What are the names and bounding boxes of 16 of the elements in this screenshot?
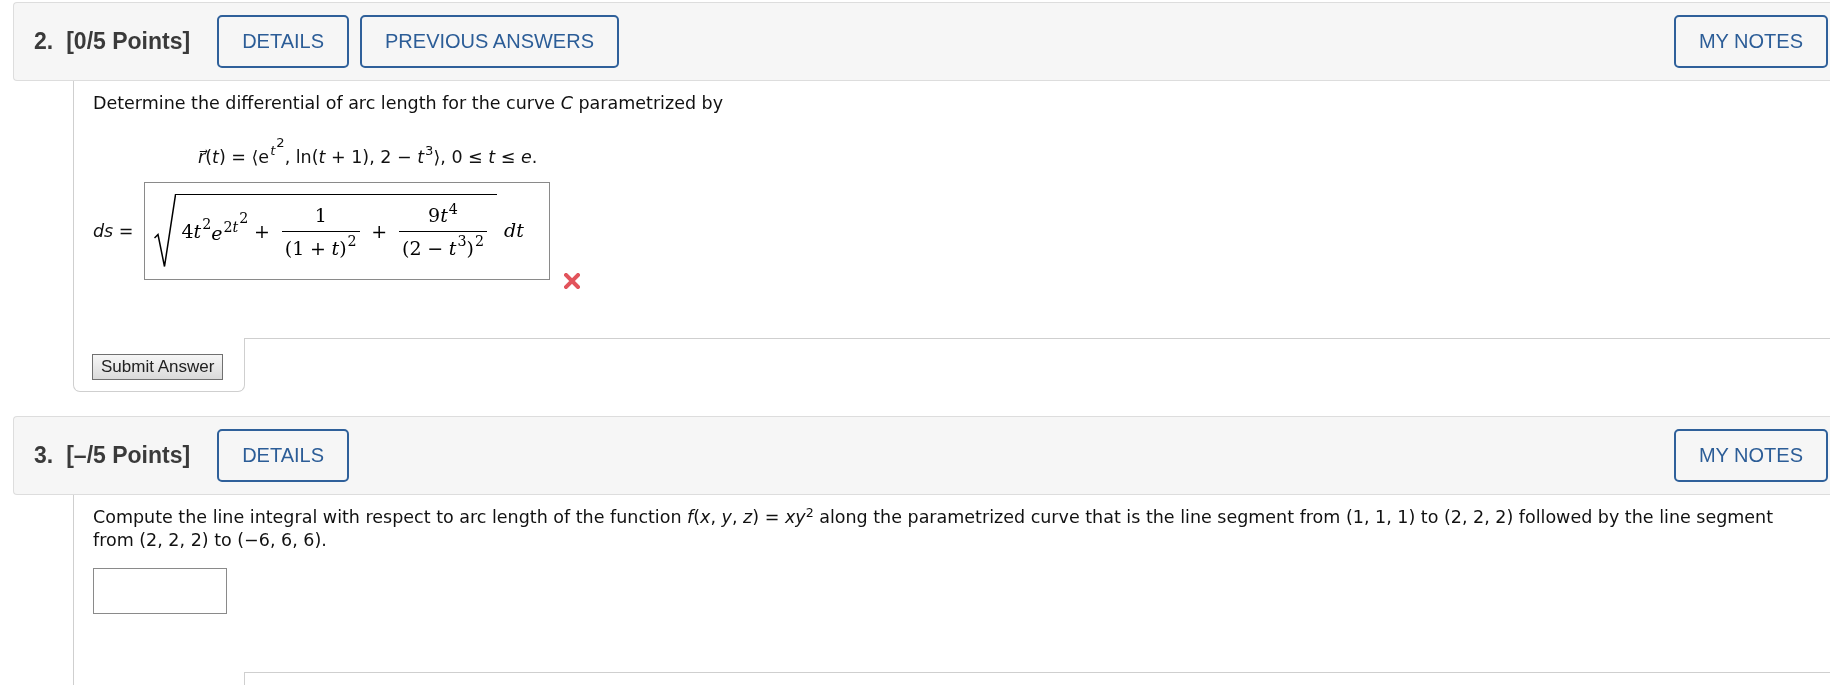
question-number: 3. <box>34 442 54 469</box>
points-label: [0/5 Points] <box>66 28 191 55</box>
header-button[interactable]: DETAILS <box>217 15 350 68</box>
my-notes-button[interactable]: MY NOTES <box>1673 15 1828 68</box>
square-root-icon <box>154 194 177 268</box>
answer-label: ds = <box>93 219 134 243</box>
submit-answer-button[interactable]: Submit Answer <box>92 354 224 380</box>
question-text: Compute the line integral with respect to arc length of the function f(x, y, z) = xy$^{2}$ along the parametrized curve that is the line segment from (1, 1, 1) to (2, 2, 2) followed by the line segment from (2, 2, 2) to (−6, 6, 6). <box>93 506 1775 552</box>
header-button[interactable]: DETAILS <box>217 429 350 482</box>
header-button[interactable]: PREVIOUS ANSWERS <box>360 15 619 68</box>
math-text: dt <box>504 220 524 242</box>
answer-field[interactable] <box>93 568 227 614</box>
my-notes-button[interactable]: MY NOTES <box>1673 429 1828 482</box>
points-label: [–/5 Points] <box>66 442 191 469</box>
question-text: Determine the differential of arc length for the curve C parametrized by <box>93 92 725 115</box>
question-number: 2. <box>34 28 54 55</box>
